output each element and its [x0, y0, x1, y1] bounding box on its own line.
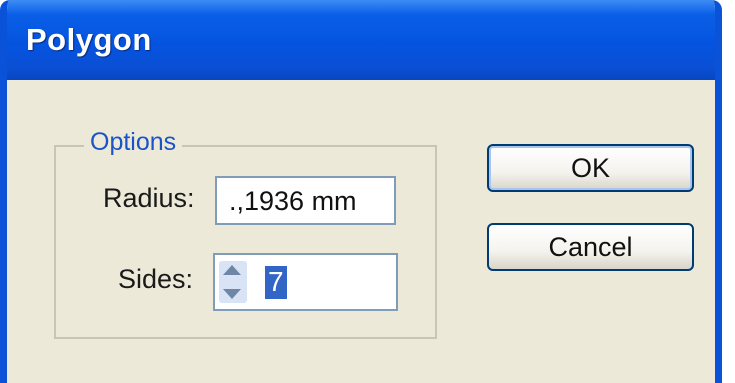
sides-stepper[interactable]: 7: [213, 253, 398, 311]
sides-label: Sides:: [118, 264, 194, 294]
sides-selected-value: 7: [265, 266, 287, 299]
dialog-title: Polygon: [26, 22, 152, 57]
ok-button[interactable]: OK: [487, 144, 694, 192]
radius-value: .,1936 mm: [229, 186, 357, 216]
chevron-up-icon[interactable]: [223, 265, 241, 275]
radius-label: Radius:: [103, 183, 195, 213]
sides-spinner[interactable]: [219, 261, 247, 303]
chevron-down-icon[interactable]: [223, 289, 241, 299]
options-group-label: Options: [84, 128, 183, 157]
sides-value: 7: [268, 266, 284, 297]
title-bar[interactable]: Polygon: [7, 0, 715, 80]
radius-input[interactable]: .,1936 mm: [215, 176, 396, 225]
cancel-button[interactable]: Cancel: [487, 223, 694, 271]
